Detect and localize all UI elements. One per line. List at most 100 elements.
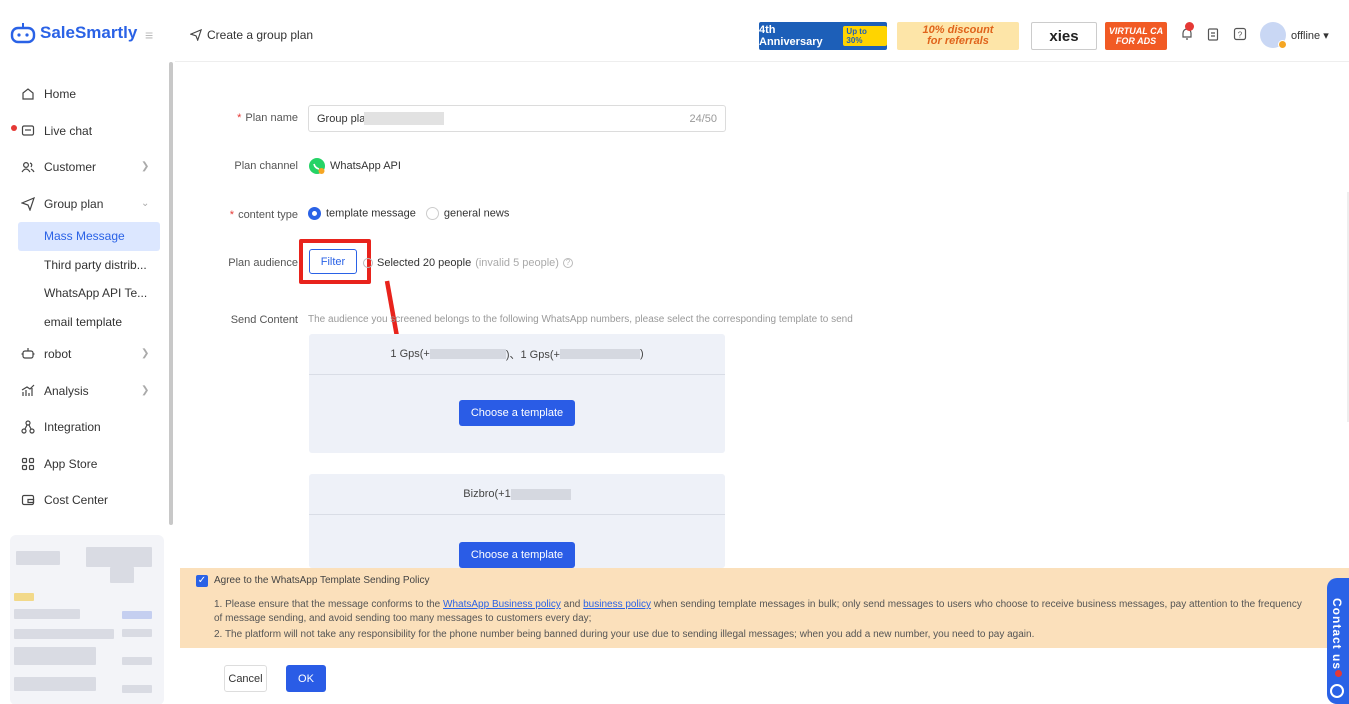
plan-channel-label: Plan channel [234, 160, 298, 172]
audience-summary: Selected 20 people (invalid 5 people) ? [363, 257, 573, 269]
sidebar-item-label: Analysis [44, 383, 89, 398]
top-header: Create a group plan 4th Anniversary Up t… [175, 0, 1349, 62]
page-title-text: Create a group plan [207, 28, 314, 42]
caret-down-icon: ▾ [1323, 30, 1329, 42]
blurred-text [122, 629, 152, 637]
bell-icon[interactable] [1179, 22, 1195, 42]
sidebar-item-app-store[interactable]: App Store [0, 446, 175, 483]
sidebar-item-label: Group plan [44, 196, 104, 211]
sidebar-item-label: Customer [44, 160, 97, 175]
grid-icon [20, 456, 36, 472]
banner-text: VIRTUAL CA [1108, 26, 1164, 36]
send-content-hint: The audience you screened belongs to the… [308, 314, 853, 325]
sidebar-item-label: Cost Center [44, 493, 109, 508]
plan-audience-label: Plan audience [228, 257, 298, 269]
sidebar-item-label: robot [44, 347, 72, 362]
status-text: offline [1291, 30, 1321, 42]
sidebar-item-group-plan[interactable]: Group plan ⌄ [0, 186, 175, 223]
radio-template-message[interactable]: template message [308, 207, 416, 220]
blurred-text [110, 567, 134, 583]
banner-text-2: FOR ADS [1115, 36, 1157, 46]
blurred-text [86, 547, 152, 567]
content-type-group: template message general news [308, 207, 509, 220]
ok-button[interactable]: OK [286, 665, 326, 692]
blurred-text [510, 488, 571, 500]
chevron-right-icon: ❯ [141, 384, 150, 396]
sidebar-item-label: App Store [44, 456, 98, 471]
sidebar-subitem-whatsapp-api-template[interactable]: WhatsApp API Te... [18, 279, 160, 308]
status-dot [1278, 40, 1287, 49]
template-group-1: 1 Gps(+ )、1 Gps(+ ) Choose a template [309, 334, 725, 453]
blurred-text [16, 551, 60, 565]
proxies-banner[interactable]: xies [1031, 22, 1097, 50]
send-icon [20, 196, 36, 212]
choose-template-button[interactable]: Choose a template [458, 542, 576, 568]
notification-badge [1185, 22, 1194, 31]
banner-text-2: for referrals [927, 35, 989, 47]
form-footer: Cancel OK [180, 648, 1349, 704]
clipboard-icon[interactable] [1205, 26, 1221, 42]
agree-label: Agree to the WhatsApp Template Sending P… [214, 575, 430, 586]
audience-invalid: (invalid 5 people) [475, 257, 559, 269]
business-policy-link[interactable]: business policy [583, 599, 651, 610]
template-group-header: 1 Gps(+ )、1 Gps(+ ) [309, 334, 725, 375]
policy-line-2: 2. The platform will not take any respon… [214, 629, 1035, 640]
banner-badge: Up to 30% [843, 26, 887, 46]
agree-checkbox[interactable]: ✓ [196, 575, 208, 587]
blurred-text [14, 593, 34, 601]
sidebar-item-customer[interactable]: Customer ❯ [0, 149, 175, 186]
sidebar-item-home[interactable]: Home [0, 76, 175, 113]
logo[interactable]: SaleSmartly [10, 22, 137, 44]
chevron-right-icon: ❯ [141, 348, 150, 359]
integration-icon [20, 419, 36, 435]
choose-template-button[interactable]: Choose a template [458, 400, 576, 426]
anniversary-banner[interactable]: 4th Anniversary Up to 30% [759, 22, 887, 50]
robot-icon [20, 346, 36, 362]
chart-icon [20, 383, 36, 399]
wallet-icon [20, 492, 36, 508]
home-icon [20, 86, 36, 102]
blurred-text [14, 677, 96, 691]
cancel-button[interactable]: Cancel [224, 665, 267, 692]
plan-name-count: 24/50 [689, 113, 717, 125]
sidebar-subitem-third-party[interactable]: Third party distrib... [18, 251, 160, 280]
unread-dot [11, 124, 17, 131]
sidebar-item-integration[interactable]: Integration [0, 409, 175, 446]
menu-toggle-icon[interactable]: ≡ [145, 27, 153, 43]
policy-line-1b: of message sending, and avoid sending to… [214, 613, 592, 624]
whatsapp-icon [309, 158, 325, 174]
referral-banner[interactable]: 10% discount for referrals [897, 22, 1019, 50]
highlight-box [299, 239, 371, 284]
banner-text: xies [1049, 27, 1079, 45]
policy-panel: ✓ Agree to the WhatsApp Template Sending… [180, 568, 1349, 648]
content-type-label: * content type [229, 209, 298, 221]
contact-us-button[interactable]: Contact us [1327, 578, 1349, 704]
template-group-2: Bizbro(+1 Choose a template [309, 474, 725, 568]
group-plan-form: * Plan name Group pla 24/50 Plan channel … [175, 62, 1349, 568]
plan-channel-value: WhatsApp API [330, 160, 401, 172]
logo-text: SaleSmartly [40, 23, 138, 42]
sidebar-item-cost-center[interactable]: Cost Center [0, 482, 175, 519]
logo-icon [10, 23, 36, 44]
sidebar-item-live-chat[interactable]: Live chat [0, 113, 175, 150]
sidebar-scrollbar[interactable] [169, 62, 173, 525]
sidebar-promo-card[interactable] [10, 535, 164, 704]
whatsapp-business-policy-link[interactable]: WhatsApp Business policy [443, 599, 561, 610]
chat-icon [20, 123, 36, 139]
sidebar-nav: Home Live chat Customer ❯ Group plan ⌄ M… [0, 76, 175, 519]
sidebar-item-label: Home [44, 87, 77, 102]
blurred-text [364, 112, 444, 125]
sidebar-item-analysis[interactable]: Analysis ❯ [0, 373, 175, 410]
sidebar-item-robot[interactable]: robot ❯ [0, 336, 175, 373]
sidebar-subitem-email-template[interactable]: email template [18, 308, 160, 337]
plan-name-input[interactable]: Group pla 24/50 [308, 105, 726, 132]
chevron-right-icon: ❯ [141, 161, 150, 172]
plan-name-label: * Plan name [237, 112, 298, 124]
help-circle-icon[interactable]: ? [562, 258, 573, 268]
app-root: SaleSmartly ≡ Home Live chat Customer ❯ … [0, 0, 1349, 704]
radio-general-news[interactable]: general news [425, 207, 509, 220]
sidebar-subitem-mass-message[interactable]: Mass Message [18, 222, 160, 251]
status-dropdown[interactable]: offline ▾ [1291, 29, 1329, 42]
help-icon[interactable]: ? [1232, 26, 1248, 42]
virtual-card-banner[interactable]: VIRTUAL CA FOR ADS [1105, 22, 1167, 50]
